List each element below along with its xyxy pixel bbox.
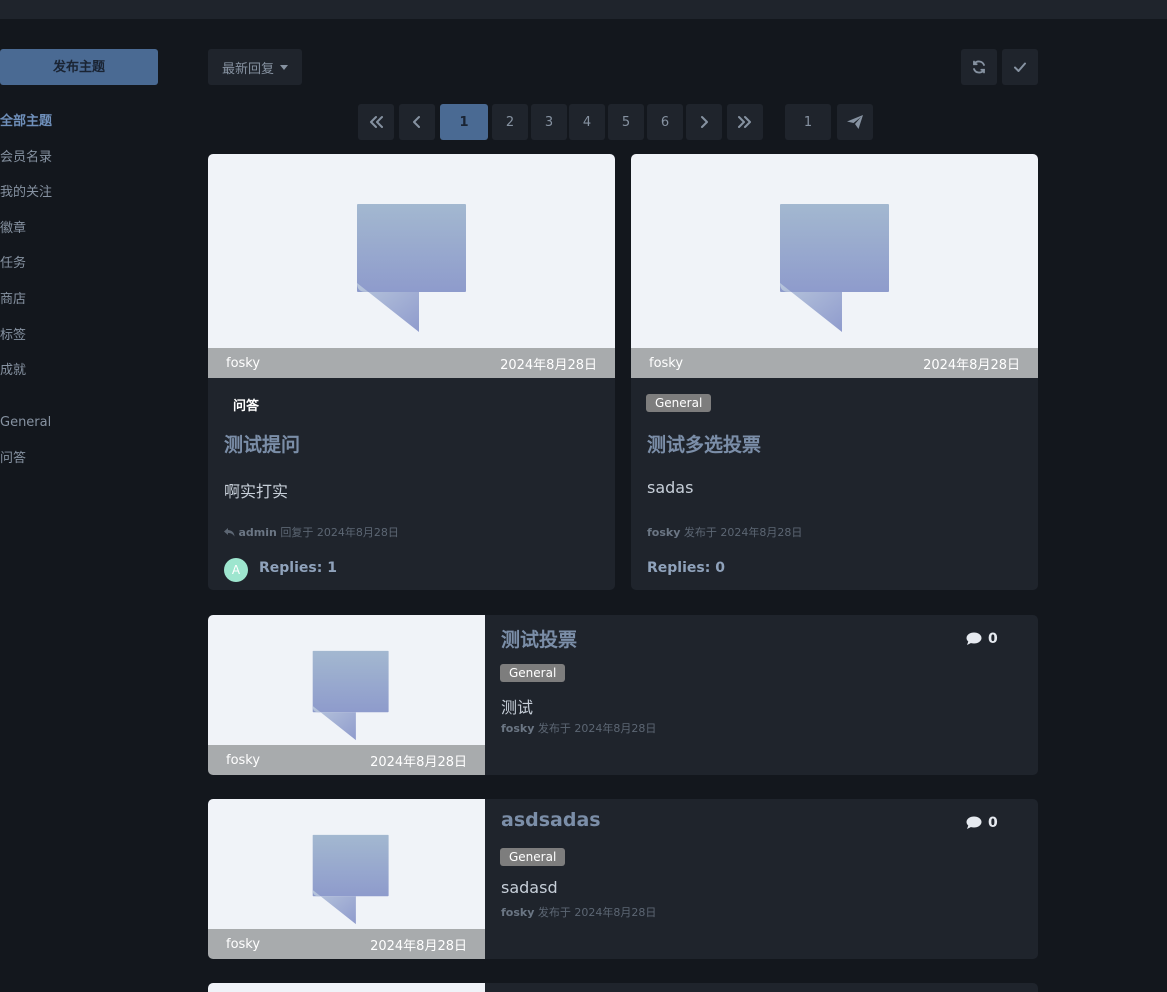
list-title[interactable]: asdsadas	[501, 809, 601, 831]
card-posted-meta: fosky 发布于 2024年8月28日	[647, 524, 802, 540]
sidebar-item-store[interactable]: 商店	[0, 282, 52, 318]
list-thumbnail	[208, 983, 485, 992]
list-thumbnail	[208, 799, 485, 929]
list-date: 2024年8月28日	[370, 754, 467, 770]
card-meta-strip: fosky 2024年8月28日	[631, 348, 1038, 378]
list-excerpt: sadasd	[501, 878, 558, 897]
card-replies-count: Replies: 0	[647, 560, 725, 576]
sidebar-tag-qa[interactable]: 问答	[0, 441, 51, 477]
speech-bubble-icon	[312, 834, 389, 925]
chevron-left-icon	[413, 116, 420, 128]
list-author[interactable]: fosky	[226, 753, 260, 768]
list-meta-strip: fosky 2024年8月28日	[208, 745, 485, 775]
refresh-icon	[973, 60, 985, 74]
reply-icon	[224, 528, 235, 537]
list-excerpt: 测试	[501, 698, 534, 717]
card-date: 2024年8月28日	[500, 357, 597, 373]
list-thumbnail	[208, 615, 485, 745]
card-author[interactable]: fosky	[226, 356, 260, 371]
comment-count: 0	[966, 815, 998, 831]
check-icon	[1014, 62, 1026, 72]
list-date: 2024年8月28日	[370, 938, 467, 954]
list-tag[interactable]: General	[500, 664, 566, 682]
list-meta-strip: fosky 2024年8月28日	[208, 929, 485, 959]
list-item[interactable]: fosky 2024年8月28日 测试投票 General 测试 fosky 发…	[208, 615, 1038, 775]
card-date: 2024年8月28日	[923, 357, 1020, 373]
sidebar-item-tags[interactable]: 标签	[0, 318, 52, 354]
list-author[interactable]: fosky	[226, 937, 260, 952]
list-post-text: 发布于 2024年8月28日	[534, 906, 657, 919]
card-tag[interactable]: General	[646, 394, 712, 412]
page-2-button[interactable]: 2	[492, 104, 528, 140]
list-posted-meta: fosky 发布于 2024年8月28日	[501, 904, 656, 920]
list-item[interactable]	[208, 983, 1038, 992]
prev-page-button[interactable]	[399, 104, 435, 140]
discussion-card[interactable]: fosky 2024年8月28日 问答 测试提问 啊实打实 admin 回复于 …	[208, 154, 615, 590]
list-post-text: 发布于 2024年8月28日	[534, 722, 657, 735]
card-excerpt: 啊实打实	[224, 482, 289, 501]
double-chevron-left-icon	[370, 116, 383, 128]
caret-down-icon	[280, 64, 288, 70]
sidebar-item-members[interactable]: 会员名录	[0, 140, 52, 176]
page-6-button[interactable]: 6	[647, 104, 683, 140]
comment-count: 0	[966, 631, 998, 647]
list-post-user[interactable]: fosky	[501, 722, 534, 735]
sidebar-tag-general[interactable]: General	[0, 405, 51, 441]
sidebar-nav: 全部主题 会员名录 我的关注 徽章 任务 商店 标签 成就	[0, 104, 52, 389]
card-last-reply-meta: admin 回复于 2024年8月28日	[224, 524, 399, 540]
card-post-text: 发布于 2024年8月28日	[680, 526, 803, 539]
card-title[interactable]: 测试多选投票	[647, 430, 761, 457]
card-replies-count: Replies: 1	[259, 560, 337, 576]
new-topic-button[interactable]: 发布主题	[0, 49, 158, 85]
first-page-button[interactable]	[358, 104, 394, 140]
card-reply-text: 回复于 2024年8月28日	[276, 526, 399, 539]
sidebar-item-all-topics[interactable]: 全部主题	[0, 104, 52, 140]
card-meta-strip: fosky 2024年8月28日	[208, 348, 615, 378]
list-post-user[interactable]: fosky	[501, 906, 534, 919]
comment-icon	[966, 816, 982, 829]
speech-bubble-icon	[357, 204, 466, 332]
refresh-button[interactable]	[961, 49, 997, 85]
page-1-button[interactable]: 1	[440, 104, 488, 140]
comment-count-value: 0	[988, 815, 998, 831]
next-page-button[interactable]	[686, 104, 722, 140]
card-tag[interactable]: 问答	[233, 395, 259, 414]
list-posted-meta: fosky 发布于 2024年8月28日	[501, 720, 656, 736]
chevron-right-icon	[701, 116, 708, 128]
page-5-button[interactable]: 5	[608, 104, 644, 140]
double-chevron-right-icon	[738, 116, 751, 128]
paper-plane-icon	[847, 115, 863, 129]
page-jump-go-button[interactable]	[837, 104, 873, 140]
mark-all-read-button[interactable]	[1002, 49, 1038, 85]
card-reply-user[interactable]: admin	[239, 526, 277, 539]
sidebar-item-tasks[interactable]: 任务	[0, 246, 52, 282]
card-post-user[interactable]: fosky	[647, 526, 680, 539]
list-title[interactable]: 测试投票	[501, 625, 577, 652]
sidebar-item-following[interactable]: 我的关注	[0, 175, 52, 211]
sidebar-item-badges[interactable]: 徽章	[0, 211, 52, 247]
sidebar-item-achievements[interactable]: 成就	[0, 353, 52, 389]
list-item[interactable]: fosky 2024年8月28日 asdsadas General sadasd…	[208, 799, 1038, 959]
page-4-button[interactable]: 4	[569, 104, 605, 140]
sort-label: 最新回复	[221, 61, 274, 77]
avatar[interactable]: A	[224, 558, 248, 582]
sort-dropdown[interactable]: 最新回复	[208, 49, 302, 85]
speech-bubble-icon	[312, 650, 389, 741]
card-author[interactable]: fosky	[649, 356, 683, 371]
speech-bubble-icon	[780, 204, 889, 332]
discussion-card[interactable]: fosky 2024年8月28日 General 测试多选投票 sadas fo…	[631, 154, 1038, 590]
card-thumbnail	[631, 154, 1038, 348]
comment-count-value: 0	[988, 631, 998, 647]
card-title[interactable]: 测试提问	[224, 430, 300, 457]
comment-icon	[966, 632, 982, 645]
sidebar-tag-list: General 问答	[0, 405, 51, 476]
page-jump-input[interactable]: 1	[785, 104, 831, 140]
list-tag[interactable]: General	[500, 848, 566, 866]
card-thumbnail	[208, 154, 615, 348]
last-page-button[interactable]	[727, 104, 763, 140]
card-excerpt: sadas	[647, 478, 694, 497]
top-bar	[0, 0, 1167, 19]
page-3-button[interactable]: 3	[531, 104, 567, 140]
